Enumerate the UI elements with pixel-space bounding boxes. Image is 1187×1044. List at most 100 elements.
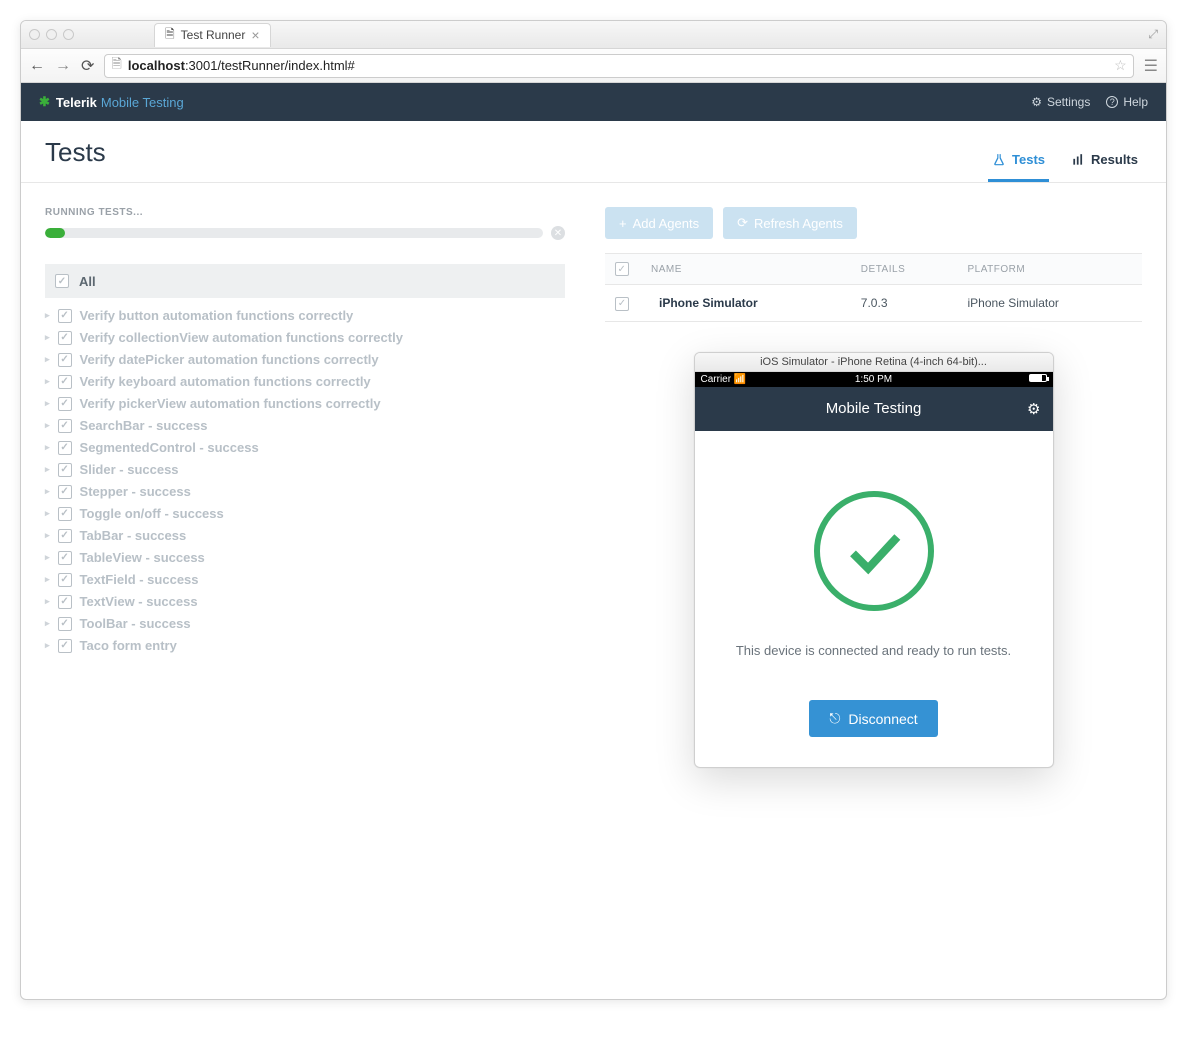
checkbox-icon[interactable]: ✓ <box>58 573 72 587</box>
agent-name-label: iPhone Simulator <box>659 296 758 310</box>
test-item[interactable]: ▸✓Verify collectionView automation funct… <box>45 330 565 345</box>
simulator-title: iOS Simulator - iPhone Retina (4-inch 64… <box>695 353 1053 372</box>
address-bar[interactable]: 🗎 localhost:3001/testRunner/index.html# … <box>104 54 1133 78</box>
tests-column: RUNNING TESTS... ✕ ✓ All ▸✓Verify button… <box>45 207 565 768</box>
test-item[interactable]: ▸✓Verify datePicker automation functions… <box>45 352 565 367</box>
checkbox-icon[interactable]: ✓ <box>58 331 72 345</box>
test-item-label: TextView - success <box>80 594 198 609</box>
test-item[interactable]: ▸✓Verify button automation functions cor… <box>45 308 565 323</box>
test-item[interactable]: ▸✓ToolBar - success <box>45 616 565 631</box>
checkbox-icon[interactable]: ✓ <box>58 419 72 433</box>
tab-title: Test Runner <box>181 28 246 42</box>
brand-main: Telerik <box>56 95 97 110</box>
back-button[interactable]: ← <box>29 57 45 75</box>
tab-tests[interactable]: Tests <box>988 142 1049 182</box>
checkbox-icon[interactable]: ✓ <box>58 463 72 477</box>
test-item[interactable]: ▸✓SegmentedControl - success <box>45 440 565 455</box>
checkbox-icon[interactable]: ✓ <box>58 309 72 323</box>
brand-sub: Mobile Testing <box>101 95 184 110</box>
checkbox-icon[interactable]: ✓ <box>58 551 72 565</box>
disclosure-triangle-icon: ▸ <box>45 552 50 563</box>
tab-close-icon[interactable]: × <box>251 27 259 43</box>
refresh-icon: ⟳ <box>737 215 748 231</box>
checkbox-icon[interactable]: ✓ <box>58 507 72 521</box>
test-item[interactable]: ▸✓TextView - success <box>45 594 565 609</box>
device-status-bar: Carrier 📶 1:50 PM <box>695 372 1053 387</box>
plus-icon: + <box>619 216 627 231</box>
test-item-label: SearchBar - success <box>80 418 208 433</box>
window-close-button[interactable] <box>29 29 40 40</box>
forward-button[interactable]: → <box>55 57 71 75</box>
page-title: Tests <box>45 137 106 182</box>
agent-row[interactable]: ✓ iPhone Simulator 7.0.3 iPhone Simulato… <box>605 285 1142 322</box>
help-label: Help <box>1123 95 1148 109</box>
test-item[interactable]: ▸✓Verify keyboard automation functions c… <box>45 374 565 389</box>
reload-button[interactable]: ⟳ <box>81 56 94 76</box>
stop-button[interactable]: ✕ <box>551 226 565 240</box>
col-platform: PLATFORM <box>958 254 1143 285</box>
test-item-label: Slider - success <box>80 462 179 477</box>
hamburger-menu-icon[interactable]: ☰ <box>1144 56 1158 76</box>
test-item-label: Stepper - success <box>80 484 191 499</box>
status-time: 1:50 PM <box>695 374 1053 385</box>
checkbox-icon[interactable]: ✓ <box>58 617 72 631</box>
page-icon: 🗎 <box>111 55 121 77</box>
device-nav-title: Mobile Testing <box>826 400 922 417</box>
expand-icon[interactable]: ⤢ <box>1148 27 1158 42</box>
window-minimize-button[interactable] <box>46 29 57 40</box>
add-agents-button[interactable]: + Add Agents <box>605 207 713 239</box>
window-zoom-button[interactable] <box>63 29 74 40</box>
checkbox-icon[interactable]: ✓ <box>615 262 629 276</box>
test-item[interactable]: ▸✓TableView - success <box>45 550 565 565</box>
checkbox-icon[interactable]: ✓ <box>615 297 629 311</box>
gear-icon: ⚙ <box>1031 95 1042 109</box>
browser-titlebar: 🗎 Test Runner × ⤢ <box>21 21 1166 49</box>
device-body: This device is connected and ready to ru… <box>695 431 1053 768</box>
refresh-agents-button[interactable]: ⟳ Refresh Agents <box>723 207 857 239</box>
test-item[interactable]: ▸✓Slider - success <box>45 462 565 477</box>
checkbox-icon[interactable]: ✓ <box>58 595 72 609</box>
help-link[interactable]: ? Help <box>1106 95 1148 109</box>
disclosure-triangle-icon: ▸ <box>45 574 50 585</box>
checkbox-icon[interactable]: ✓ <box>58 353 72 367</box>
disclosure-triangle-icon: ▸ <box>45 508 50 519</box>
test-item[interactable]: ▸✓Verify pickerView automation functions… <box>45 396 565 411</box>
test-item[interactable]: ▸✓Taco form entry <box>45 638 565 653</box>
refresh-agents-label: Refresh Agents <box>754 216 843 231</box>
checkbox-icon[interactable]: ✓ <box>58 485 72 499</box>
test-item[interactable]: ▸✓Toggle on/off - success <box>45 506 565 521</box>
test-item[interactable]: ▸✓Stepper - success <box>45 484 565 499</box>
tab-results[interactable]: Results <box>1067 142 1142 182</box>
disconnect-button[interactable]: ⎋ Disconnect <box>809 700 937 737</box>
checkbox-icon[interactable]: ✓ <box>58 397 72 411</box>
checkbox-icon[interactable]: ✓ <box>58 639 72 653</box>
flask-icon <box>992 153 1006 167</box>
checkbox-icon[interactable]: ✓ <box>58 441 72 455</box>
page-icon: 🗎 <box>165 25 175 46</box>
col-details: DETAILS <box>851 254 958 285</box>
settings-label: Settings <box>1047 95 1090 109</box>
bookmark-star-icon[interactable]: ☆ <box>1114 57 1127 74</box>
disclosure-triangle-icon: ▸ <box>45 618 50 629</box>
disclosure-triangle-icon: ▸ <box>45 640 50 651</box>
checkbox-icon[interactable]: ✓ <box>58 375 72 389</box>
test-item-label: TextField - success <box>80 572 199 587</box>
test-item[interactable]: ▸✓TabBar - success <box>45 528 565 543</box>
test-item-label: Verify datePicker automation functions c… <box>80 352 379 367</box>
page-header: Tests Tests Results <box>21 121 1166 183</box>
running-label: RUNNING TESTS... <box>45 207 565 218</box>
test-item[interactable]: ▸✓SearchBar - success <box>45 418 565 433</box>
checkbox-icon[interactable]: ✓ <box>58 529 72 543</box>
checkbox-icon[interactable]: ✓ <box>55 274 69 288</box>
url-text: localhost:3001/testRunner/index.html# <box>128 58 355 73</box>
simulator-window: iOS Simulator - iPhone Retina (4-inch 64… <box>694 352 1054 769</box>
all-tests-row[interactable]: ✓ All <box>45 264 565 298</box>
tab-tests-label: Tests <box>1012 152 1045 167</box>
settings-link[interactable]: ⚙ Settings <box>1031 95 1090 109</box>
gear-icon[interactable]: ⚙ <box>1027 400 1040 418</box>
browser-tab[interactable]: 🗎 Test Runner × <box>154 23 271 47</box>
progress-fill <box>45 228 65 238</box>
test-item[interactable]: ▸ ✓ TextField - success <box>45 572 565 587</box>
disclosure-triangle-icon: ▸ <box>45 376 50 387</box>
col-name: NAME <box>641 254 851 285</box>
